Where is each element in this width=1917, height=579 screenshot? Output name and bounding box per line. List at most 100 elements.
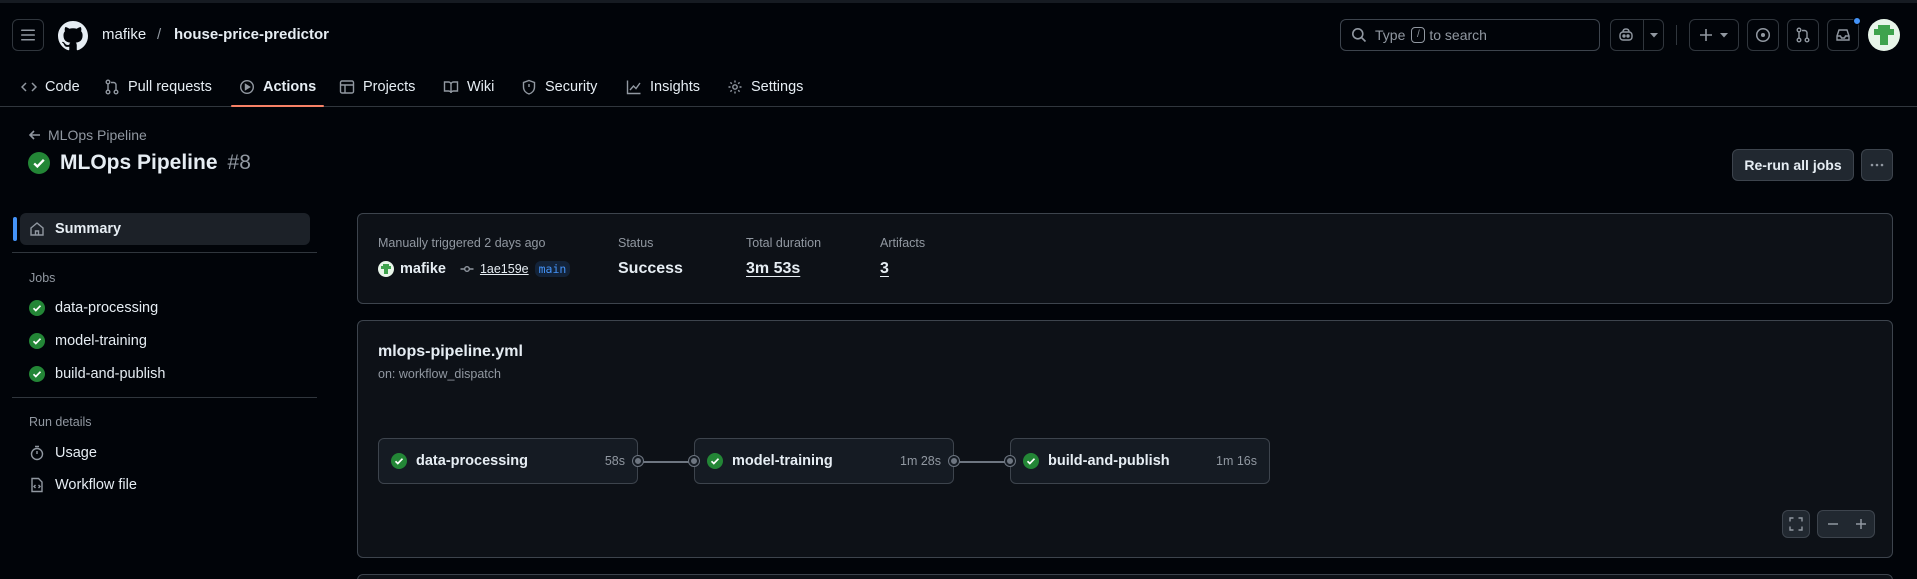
zoom-controls (1817, 510, 1875, 538)
actor-name[interactable]: mafike (400, 261, 446, 277)
tab-label: Security (545, 78, 598, 95)
sidebar-item-summary[interactable]: Summary (13, 213, 310, 245)
tab-actions[interactable]: Actions (230, 66, 325, 107)
run-number: #8 (227, 151, 251, 174)
artifacts-count[interactable]: 3 (880, 260, 889, 278)
inbox-icon (1836, 29, 1850, 41)
commit-sha-link[interactable]: 1ae159e (480, 262, 529, 276)
run-title: MLOps Pipeline (60, 151, 218, 174)
notification-dot (1853, 17, 1861, 25)
tab-code[interactable]: Code (21, 66, 80, 107)
inbox-button[interactable] (1827, 17, 1861, 51)
status-label: Status (618, 236, 654, 250)
tab-pull-requests[interactable]: Pull requests (104, 66, 212, 107)
pull-requests-button[interactable] (1787, 19, 1819, 51)
job-node-data-processing[interactable]: data-processing 58s (378, 438, 643, 484)
check-circle-icon (391, 453, 407, 469)
job-edge (959, 461, 1009, 463)
file-code-icon (31, 477, 43, 493)
run-summary-panel: Manually triggered 2 days ago mafike 1ae… (357, 213, 1893, 304)
workflow-file-name[interactable]: mlops-pipeline.yml (378, 343, 523, 361)
create-new-button[interactable] (1689, 19, 1739, 51)
copilot-button[interactable] (1610, 19, 1664, 51)
tab-settings[interactable]: Settings (727, 66, 803, 107)
nav-divider (1676, 25, 1677, 45)
copilot-icon (1619, 28, 1633, 41)
tab-label: Code (45, 78, 80, 95)
sidebar-divider (12, 252, 317, 253)
zoom-out-button[interactable] (1818, 511, 1847, 537)
sidebar-item-label: Summary (55, 221, 122, 237)
job-name: model-training (732, 453, 833, 469)
search-shortcut-key: / (1411, 27, 1426, 43)
job-node-build-and-publish[interactable]: build-and-publish 1m 16s (1005, 438, 1270, 484)
search-icon (1352, 28, 1367, 43)
menu-button[interactable] (12, 19, 44, 51)
table-icon (339, 79, 355, 94)
rerun-all-jobs-button[interactable]: Re-run all jobs (1732, 149, 1854, 181)
tab-label: Pull requests (128, 78, 212, 95)
github-logo-icon[interactable] (58, 21, 88, 51)
sidebar-jobs-heading: Jobs (29, 271, 56, 285)
actor-avatar[interactable] (378, 261, 394, 277)
sidebar-job-data-processing[interactable]: data-processing (20, 292, 310, 324)
job-duration: 1m 28s (900, 454, 941, 468)
graph-icon (626, 80, 641, 94)
book-icon (443, 80, 459, 93)
artifacts-label: Artifacts (880, 236, 926, 250)
kebab-horizontal-icon (1870, 163, 1884, 167)
duration-value[interactable]: 3m 53s (746, 260, 800, 278)
chevron-down-icon (1650, 33, 1658, 38)
tab-label: Wiki (467, 78, 495, 95)
sidebar-job-model-training[interactable]: model-training (20, 325, 310, 357)
tab-security[interactable]: Security (521, 66, 597, 107)
sidebar-item-usage[interactable]: Usage (20, 437, 310, 469)
sidebar-item-workflow-file[interactable]: Workflow file (20, 469, 310, 501)
job-edge (643, 461, 693, 463)
status-value: Success (618, 260, 683, 277)
sidebar-divider (12, 397, 317, 398)
issues-button[interactable] (1747, 19, 1779, 51)
back-link-label: MLOps Pipeline (48, 127, 147, 143)
breadcrumb-owner[interactable]: mafike (102, 26, 146, 43)
gear-icon (728, 80, 742, 93)
zoom-in-button[interactable] (1847, 511, 1875, 537)
search-placeholder-suffix: to search (1429, 27, 1487, 43)
sidebar-item-label: Workflow file (55, 477, 137, 493)
back-link[interactable]: MLOps Pipeline (28, 127, 147, 143)
job-duration: 1m 16s (1216, 454, 1257, 468)
job-output-port (633, 456, 643, 466)
check-circle-icon (29, 333, 45, 349)
tab-projects[interactable]: Projects (339, 66, 415, 107)
search-placeholder-prefix: Type (1375, 27, 1406, 43)
fullscreen-button[interactable] (1782, 510, 1810, 538)
trigger-actor-row: mafike 1ae159e main (378, 261, 571, 277)
global-nav: mafike / house-price-predictor Type / to… (0, 3, 1917, 66)
breadcrumb-repo[interactable]: house-price-predictor (174, 26, 329, 43)
repo-tabs: Code Pull requests Actions Projects Wiki… (0, 66, 1917, 107)
branch-label[interactable]: main (534, 261, 571, 277)
search-input[interactable]: Type / to search (1340, 19, 1600, 51)
job-name: build-and-publish (1048, 453, 1170, 469)
copilot-divider (1643, 20, 1644, 50)
play-icon (239, 79, 255, 94)
sidebar-job-build-and-publish[interactable]: build-and-publish (20, 358, 310, 390)
job-node-model-training[interactable]: model-training 1m 28s (689, 438, 959, 484)
next-panel-edge (357, 574, 1893, 579)
arrow-left-icon (28, 130, 40, 140)
trigger-text: Manually triggered 2 days ago (378, 236, 546, 250)
check-circle-icon (1023, 453, 1039, 469)
tab-label: Insights (650, 78, 700, 95)
tab-wiki[interactable]: Wiki (443, 66, 494, 107)
code-icon (21, 81, 37, 92)
minus-icon (1827, 523, 1838, 525)
job-input-port (689, 456, 699, 466)
sidebar-item-label: data-processing (55, 300, 159, 316)
avatar[interactable] (1868, 19, 1900, 51)
stopwatch-icon (30, 445, 44, 461)
git-pull-request-icon (105, 79, 119, 94)
sidebar-run-details-heading: Run details (29, 415, 92, 429)
hamburger-icon (21, 29, 35, 41)
tab-insights[interactable]: Insights (626, 66, 700, 107)
more-options-button[interactable] (1861, 149, 1893, 181)
